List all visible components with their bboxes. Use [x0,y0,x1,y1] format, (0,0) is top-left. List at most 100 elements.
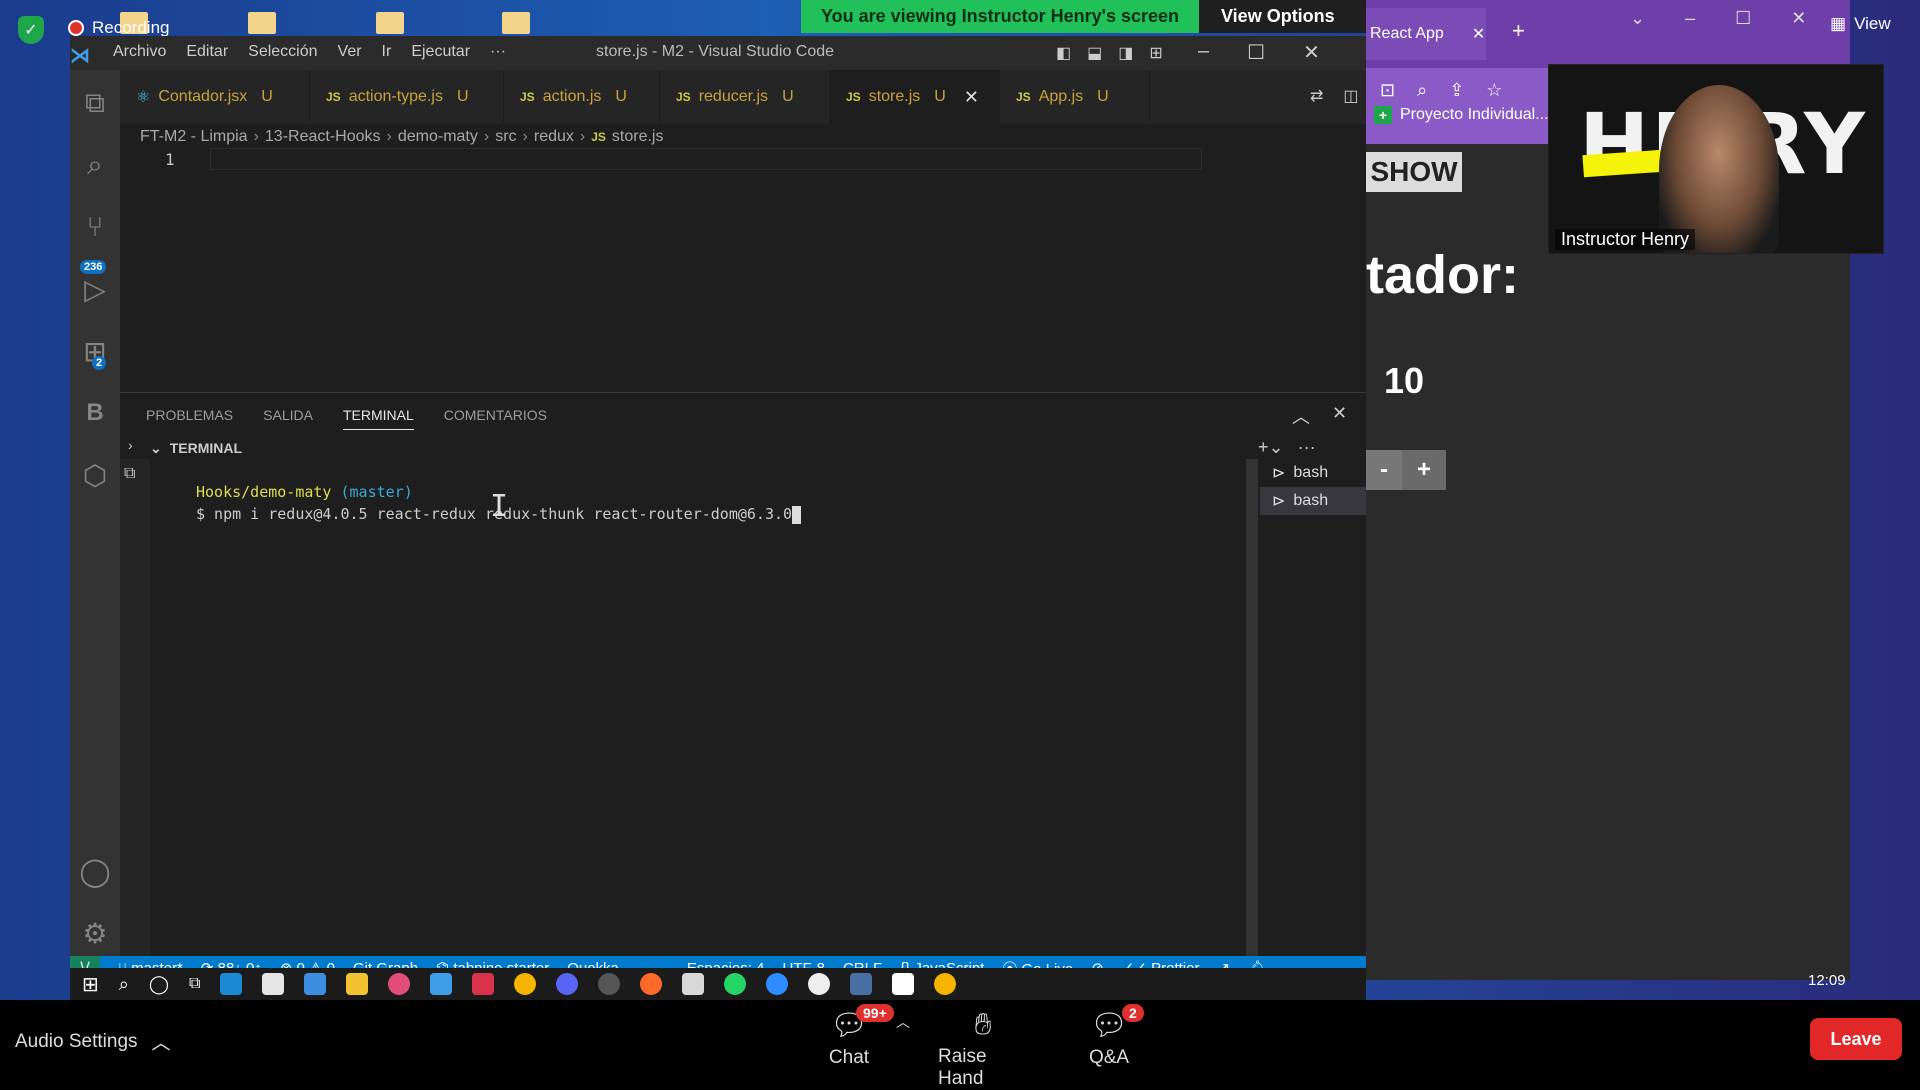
tab-action-js[interactable]: JS action.js U [504,70,660,124]
app-elephant-icon[interactable] [850,973,873,995]
browser-tab-react-app[interactable]: React App ✕ [1366,8,1486,60]
app-pen-icon[interactable] [472,973,495,995]
toggle-panel-icon[interactable]: ⬓ [1087,43,1102,63]
terminal-output[interactable]: Hooks/demo-maty (master) $ npm i redux@4… [150,459,1216,957]
tab-action-type-js[interactable]: JS action-type.js U [310,70,504,124]
search-icon[interactable]: ⌕ [74,144,116,186]
translate-icon[interactable]: ⊡ [1380,80,1395,101]
split-editor-icon[interactable]: ◫ [1343,86,1358,106]
notion-icon[interactable] [892,973,915,995]
close-icon[interactable]: ✕ [1303,40,1320,65]
tab-comentarios[interactable]: COMENTARIOS [444,407,547,430]
recording-indicator[interactable]: Recording [68,18,170,38]
breadcrumb-item[interactable]: FT-M2 - Limpia [140,128,248,146]
close-icon[interactable]: ✕ [1791,8,1806,29]
vscode-taskbar-icon[interactable] [430,973,453,995]
run-debug-icon[interactable]: ▷ [74,268,116,310]
audio-settings-button[interactable]: Audio Settings ︿ [15,1028,171,1055]
account-icon[interactable]: ◯ [74,850,116,892]
zoom-icon[interactable]: ⌕ [1417,80,1427,101]
tab-terminal[interactable]: TERMINAL [342,407,414,430]
zoom-app-icon[interactable] [766,973,789,995]
raise-hand-button[interactable]: ✋︎ Raise Hand [938,1008,1028,1090]
new-tab-icon[interactable]: + [1512,18,1525,44]
close-icon[interactable]: ✕ [1472,24,1485,44]
chevron-down-icon[interactable]: ⌄ [1630,8,1645,29]
bookmark-proyecto[interactable]: + Proyecto Individual... [1374,106,1549,124]
breadcrumb-item[interactable]: redux [534,128,574,146]
toggle-secondary-sidebar-icon[interactable]: ◨ [1118,43,1133,63]
security-shield-icon[interactable]: ✓ [18,16,44,44]
app-gmail-icon[interactable] [682,973,705,995]
search-icon[interactable]: ⌕ [119,974,129,995]
app-l-icon[interactable] [304,973,327,995]
maximize-icon[interactable]: ☐ [1247,40,1265,65]
pop-out-icon[interactable]: ⧉ [124,465,135,483]
tab-reducer-js[interactable]: JS reducer.js U [660,70,830,124]
file-explorer-icon[interactable] [346,973,369,995]
terminal-scrollbar[interactable] [1246,459,1258,957]
menu-ir[interactable]: Ir [382,43,392,61]
tab-app-js[interactable]: JS App.js U [1000,70,1150,124]
cortana-icon[interactable]: ◯ [149,974,169,995]
explorer-icon[interactable]: ⧉ [74,82,116,124]
menu-ver[interactable]: Ver [338,43,362,61]
chrome-canary-icon[interactable] [934,973,957,995]
toggle-sidebar-icon[interactable]: ◧ [1056,43,1071,63]
source-control-icon[interactable]: ⑂ [74,206,116,248]
menu-archivo[interactable]: Archivo [113,43,166,61]
breadcrumb-item[interactable]: src [495,128,516,146]
tab-salida[interactable]: SALIDA [263,407,313,430]
maximize-icon[interactable]: ☐ [1735,8,1751,29]
increment-button[interactable]: + [1402,450,1446,490]
store-icon[interactable] [262,973,285,995]
hexagon-extension-icon[interactable]: ⬡ [74,454,116,496]
app-flower-icon[interactable] [388,973,411,995]
compare-changes-icon[interactable]: ⇄ [1310,86,1323,106]
leave-button[interactable]: Leave [1810,1018,1902,1060]
editor-current-line[interactable] [210,148,1202,170]
menu-editar[interactable]: Editar [186,43,228,61]
breadcrumb-item[interactable]: 13-React-Hooks [265,128,381,146]
tab-contador-jsx[interactable]: ⚛ Contador.jsx U [120,70,310,124]
whatsapp-icon[interactable] [724,973,747,995]
task-view-icon[interactable]: ⧉ [189,975,200,993]
share-icon[interactable]: ⇪ [1449,80,1464,101]
terminal-section-header[interactable]: ⌄ TERMINAL [120,437,1366,459]
show-button[interactable]: SHOW [1366,152,1462,192]
minimize-icon[interactable]: – [1198,40,1209,65]
discord-icon[interactable] [556,973,579,995]
menu-more[interactable]: ··· [490,43,506,61]
customize-layout-icon[interactable]: ⊞ [1149,43,1162,63]
decrement-button[interactable]: - [1366,450,1402,490]
view-button[interactable]: ▦ View [1830,14,1891,34]
close-panel-icon[interactable]: ✕ [1332,403,1347,429]
terminal-more-icon[interactable]: ··· [1298,437,1316,458]
desktop-file-icon[interactable] [502,12,530,34]
menu-ejecutar[interactable]: Ejecutar [411,43,470,61]
desktop-file-icon[interactable] [376,12,404,34]
view-options-button[interactable]: View Options ⌄ [1199,0,1379,33]
breadcrumb-item[interactable]: store.js [612,128,664,146]
participant-video[interactable]: HE RY Instructor Henry [1548,64,1884,254]
maximize-panel-icon[interactable]: ︿ [1292,403,1310,429]
tab-close-icon[interactable]: ✕ [964,87,979,108]
windows-start-icon[interactable]: ⊞ [82,972,99,997]
b-extension-icon[interactable]: B [74,392,116,434]
chevron-up-icon[interactable]: ︿ [896,1012,910,1032]
tab-store-js[interactable]: JS store.js U ✕ [830,70,1000,124]
edge-icon[interactable] [220,973,243,995]
new-terminal-icon[interactable]: +⌄ [1258,437,1284,458]
chevron-right-icon[interactable]: › [128,437,133,453]
tab-problemas[interactable]: PROBLEMAS [146,407,233,430]
chrome-icon[interactable] [514,973,537,995]
bookmark-star-icon[interactable]: ☆ [1486,80,1502,101]
desktop-file-icon[interactable] [248,12,276,34]
breadcrumb-item[interactable]: demo-maty [398,128,478,146]
google-icon[interactable] [808,973,831,995]
minimize-icon[interactable]: – [1685,8,1695,29]
github-icon[interactable] [598,973,621,995]
menu-seleccion[interactable]: Selección [248,43,317,61]
postman-icon[interactable] [640,973,663,995]
settings-gear-icon[interactable]: ⚙ [74,912,116,954]
